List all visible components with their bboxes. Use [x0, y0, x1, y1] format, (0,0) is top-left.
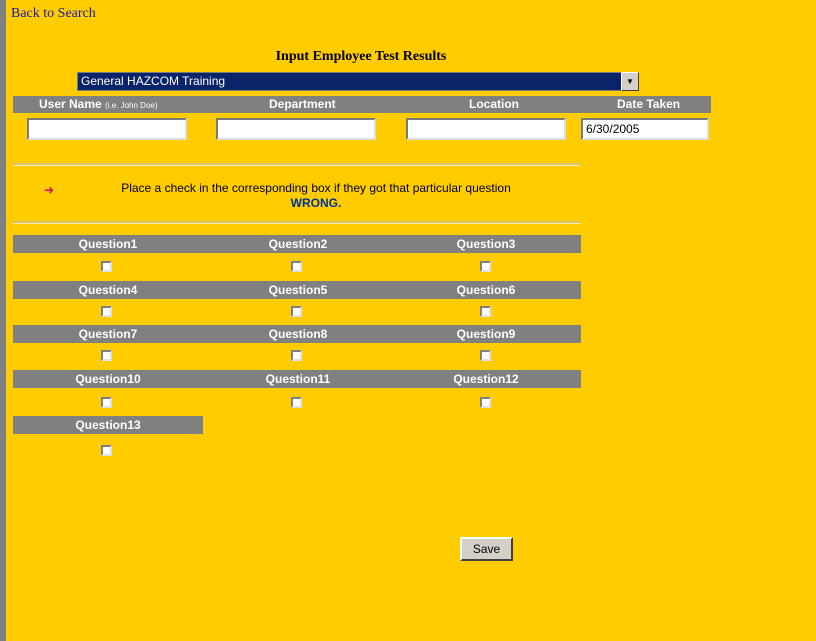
question-label: Question5	[268, 283, 328, 297]
question-label: Question12	[453, 372, 519, 386]
question-5-checkbox[interactable]	[291, 306, 302, 317]
question-6-checkbox[interactable]	[480, 306, 491, 317]
question-row-header: Question1 Question2 Question3	[13, 235, 581, 253]
question-row-header: Question13	[13, 416, 203, 434]
question-2-checkbox[interactable]	[291, 261, 302, 272]
field-header-bar: User Name (i.e. John Doe) Department Loc…	[13, 96, 711, 113]
question-13-checkbox[interactable]	[101, 445, 112, 456]
question-8-checkbox[interactable]	[291, 350, 302, 361]
date-taken-label: Date Taken	[617, 97, 681, 111]
user-name-field[interactable]	[27, 118, 187, 140]
question-label: Question13	[75, 418, 141, 432]
question-9-checkbox[interactable]	[480, 350, 491, 361]
training-select-value: General HAZCOM Training	[81, 74, 226, 88]
question-label: Question1	[78, 237, 138, 251]
question-label: Question9	[456, 327, 516, 341]
question-1-checkbox[interactable]	[101, 261, 112, 272]
question-label: Question6	[456, 283, 516, 297]
location-label: Location	[469, 97, 519, 111]
department-field[interactable]	[216, 118, 376, 140]
save-button[interactable]: Save	[460, 537, 513, 561]
instructions-emphasis: WRONG.	[290, 196, 342, 210]
question-3-checkbox[interactable]	[480, 261, 491, 272]
divider-top	[13, 163, 580, 166]
question-label: Question10	[75, 372, 141, 386]
chevron-down-icon[interactable]: ▼	[621, 72, 639, 91]
instructions: Place a check in the corresponding box i…	[73, 181, 559, 211]
left-border	[0, 0, 6, 641]
back-to-search-link[interactable]: Back to Search	[11, 6, 96, 22]
department-label: Department	[269, 97, 336, 111]
question-row-header: Question10 Question11 Question12	[13, 370, 581, 388]
question-label: Question3	[456, 237, 516, 251]
question-4-checkbox[interactable]	[101, 306, 112, 317]
user-name-label: User Name (i.e. John Doe)	[39, 97, 158, 111]
page-title: Input Employee Test Results	[275, 49, 447, 64]
training-select[interactable]: General HAZCOM Training ▼	[77, 72, 639, 91]
question-label: Question4	[78, 283, 138, 297]
arrow-bullet-icon: ➜	[44, 183, 55, 197]
question-12-checkbox[interactable]	[480, 397, 491, 408]
question-row-header: Question4 Question5 Question6	[13, 281, 581, 299]
question-11-checkbox[interactable]	[291, 397, 302, 408]
question-label: Question2	[268, 237, 328, 251]
date-taken-field[interactable]: 6/30/2005	[581, 118, 709, 140]
question-label: Question11	[265, 372, 331, 386]
question-row-header: Question7 Question8 Question9	[13, 325, 581, 343]
question-label: Question7	[78, 327, 138, 341]
divider-bottom	[13, 221, 580, 224]
question-7-checkbox[interactable]	[101, 350, 112, 361]
user-name-hint: (i.e. John Doe)	[105, 101, 158, 110]
question-label: Question8	[268, 327, 328, 341]
location-field[interactable]	[406, 118, 566, 140]
instructions-text: Place a check in the corresponding box i…	[121, 181, 511, 195]
question-10-checkbox[interactable]	[101, 397, 112, 408]
